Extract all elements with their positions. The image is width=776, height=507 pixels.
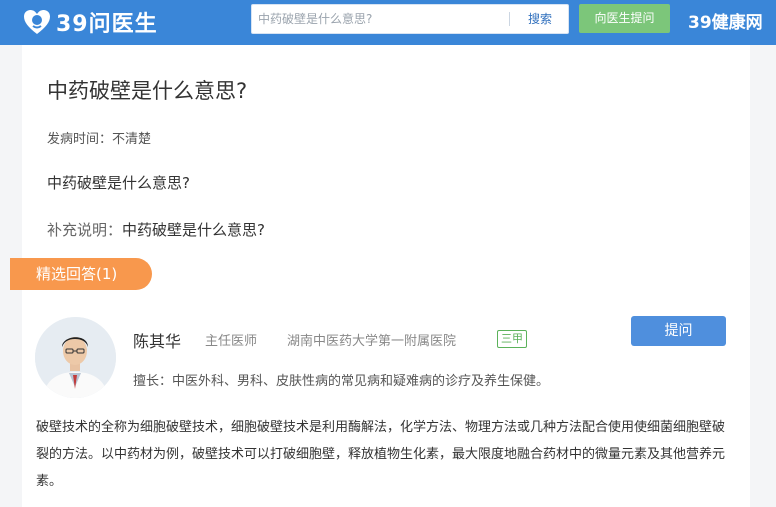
search-input[interactable] bbox=[258, 10, 503, 28]
search-box: 搜索 bbox=[251, 4, 569, 34]
site-logo[interactable]: 39问医生 bbox=[22, 7, 158, 37]
39health-brand-link[interactable]: 39健康网 bbox=[688, 8, 763, 33]
question-body: 中药破壁是什么意思? bbox=[47, 174, 190, 192]
supplement-label: 补充说明： bbox=[47, 221, 123, 239]
selected-answers-label: 精选回答(1) bbox=[36, 265, 118, 283]
search-divider bbox=[509, 12, 510, 26]
doctor-name[interactable]: 陈其华 bbox=[133, 328, 181, 352]
doctor-specialty: 擅长：中医外科、男科、皮肤性病的常见病和疑难病的诊疗及养生保健。 bbox=[133, 374, 550, 389]
doctor-avatar[interactable] bbox=[35, 317, 116, 398]
supplement-note: 补充说明：中药破壁是什么意思? bbox=[47, 219, 265, 240]
doctor-hospital[interactable]: 湖南中医药大学第一附属医院 bbox=[287, 330, 456, 349]
ask-doctor-button[interactable]: 向医生提问 bbox=[579, 4, 670, 33]
onset-time: 发病时间：不清楚 bbox=[47, 132, 152, 147]
question-title: 中药破壁是什么意思? bbox=[47, 79, 248, 103]
doctor-title: 主任医师 bbox=[205, 334, 258, 349]
answer-text: 破壁技术的全称为细胞破壁技术，细胞破壁技术是利用酶解法，化学方法、物理方法或几种… bbox=[36, 420, 726, 489]
top-nav-bar: 39问医生 搜索 向医生提问 39健康网 bbox=[0, 0, 776, 45]
hospital-grade-badge: 三甲 bbox=[497, 330, 527, 348]
selected-answers-tab: 精选回答(1) bbox=[10, 258, 152, 290]
ask-question-button[interactable]: 提问 bbox=[631, 316, 726, 346]
supplement-text: 中药破壁是什么意思? bbox=[122, 221, 265, 239]
search-button[interactable]: 搜索 bbox=[512, 5, 568, 33]
logo-text: 39问医生 bbox=[56, 12, 158, 37]
heart-logo-icon bbox=[22, 7, 52, 37]
